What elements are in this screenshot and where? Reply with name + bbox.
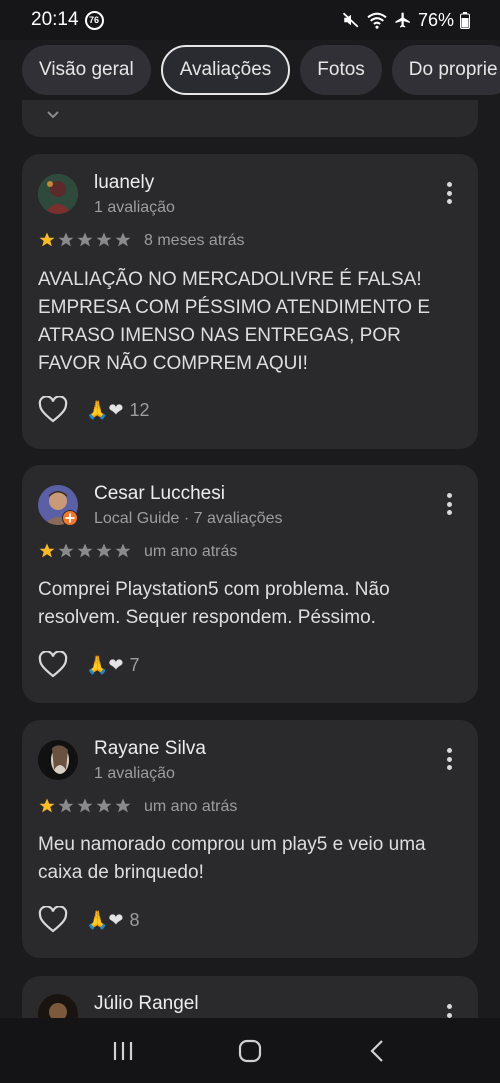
star-empty-icon	[77, 232, 93, 247]
mute-icon	[342, 12, 359, 28]
home-icon	[238, 1039, 262, 1062]
recent-apps-icon	[114, 1041, 133, 1060]
review-card: Rayane Silva 1 avaliação um ano atrás Me…	[22, 720, 478, 958]
star-empty-icon	[115, 798, 131, 813]
review-text: Comprei Playstation5 com problema. Não r…	[38, 579, 390, 628]
avatar[interactable]	[38, 994, 78, 1018]
star-rating	[38, 231, 132, 249]
star-empty-icon	[58, 543, 74, 558]
star-rating	[38, 542, 132, 560]
star-filled-icon	[39, 543, 55, 558]
tab-do-proprietario[interactable]: Do proprie	[391, 45, 500, 95]
system-nav-bar	[0, 1018, 500, 1083]
reactions[interactable]: 🙏❤ 8	[86, 910, 140, 931]
status-bar: 20:14 76 76%	[0, 0, 500, 40]
recent-apps-button[interactable]	[93, 1026, 153, 1076]
reviewer-name[interactable]: Júlio Rangel	[94, 993, 199, 1015]
review-time: 8 meses atrás	[144, 232, 245, 249]
star-empty-icon	[96, 798, 112, 813]
reviewer-meta: Local Guide · 7 avaliações	[94, 510, 283, 527]
reviewer-name[interactable]: Rayane Silva	[94, 738, 206, 760]
star-empty-icon	[58, 232, 74, 247]
reviewer-meta: 1 avaliação	[94, 765, 175, 782]
reviews-list[interactable]: luanely 1 avaliação 8 meses atrás AVALIA…	[0, 100, 500, 1018]
reaction-count: 7	[129, 654, 140, 675]
reactions[interactable]: 🙏❤ 7	[86, 655, 140, 676]
review-text: AVALIAÇÃO NO MERCADOLIVRE É FALSA! EMPRE…	[38, 269, 431, 374]
review-actions: 🙏❤ 7	[38, 651, 140, 679]
battery-level: 76%	[417, 9, 454, 30]
tab-fotos[interactable]: Fotos	[300, 45, 382, 95]
review-card: Cesar Lucchesi Local Guide · 7 avaliaçõe…	[22, 465, 478, 703]
star-empty-icon	[96, 232, 112, 247]
review-card-partial	[22, 100, 478, 137]
review-actions: 🙏❤ 12	[38, 396, 150, 424]
reactions[interactable]: 🙏❤ 12	[86, 400, 150, 421]
star-empty-icon	[115, 232, 131, 247]
review-actions: 🙏❤ 8	[38, 906, 140, 934]
section-tabs: Visão geral Avaliações Fotos Do proprie	[0, 40, 500, 100]
airplane-mode-icon	[395, 12, 410, 28]
more-options-icon[interactable]	[446, 1004, 452, 1018]
reviewer-meta: 1 avaliação	[94, 199, 175, 216]
review-text: Meu namorado comprou um play5 e veio uma…	[38, 834, 426, 883]
wifi-icon	[367, 12, 387, 29]
back-button[interactable]	[347, 1026, 407, 1076]
star-filled-icon	[39, 232, 55, 247]
star-filled-icon	[39, 798, 55, 813]
clock: 20:14	[31, 9, 79, 30]
local-guide-badge-icon	[62, 510, 78, 526]
review-time: um ano atrás	[144, 543, 238, 560]
reaction-count: 12	[129, 399, 150, 420]
review-card: luanely 1 avaliação 8 meses atrás AVALIA…	[22, 154, 478, 449]
review-card: Júlio Rangel	[22, 976, 478, 1018]
star-rating	[38, 797, 132, 815]
like-heart-icon[interactable]	[38, 906, 68, 934]
reaction-emojis: 🙏❤	[86, 654, 124, 675]
star-empty-icon	[77, 798, 93, 813]
back-icon	[370, 1039, 383, 1062]
like-heart-icon[interactable]	[38, 396, 68, 424]
tab-visao-geral[interactable]: Visão geral	[22, 45, 151, 95]
more-options-icon[interactable]	[446, 493, 452, 515]
star-empty-icon	[115, 543, 131, 558]
reviewer-name[interactable]: luanely	[94, 172, 154, 194]
star-empty-icon	[96, 543, 112, 558]
avatar[interactable]	[38, 740, 78, 780]
reaction-emojis: 🙏❤	[86, 399, 124, 420]
more-options-icon[interactable]	[446, 182, 452, 204]
reviewer-name[interactable]: Cesar Lucchesi	[94, 483, 225, 505]
review-time: um ano atrás	[144, 798, 238, 815]
like-heart-icon[interactable]	[38, 651, 68, 679]
reaction-emojis: 🙏❤	[86, 909, 124, 930]
star-empty-icon	[77, 543, 93, 558]
screen: 20:14 76 76% Visão geral Avaliações Foto…	[0, 0, 500, 1083]
avatar[interactable]	[38, 174, 78, 214]
chevron-down-icon[interactable]	[46, 108, 60, 122]
tab-avaliacoes[interactable]: Avaliações	[160, 45, 291, 95]
battery-icon	[460, 11, 470, 29]
more-options-icon[interactable]	[446, 748, 452, 770]
reaction-count: 8	[129, 909, 140, 930]
notification-count-icon: 76	[84, 10, 104, 30]
home-button[interactable]	[220, 1026, 280, 1076]
star-empty-icon	[58, 798, 74, 813]
